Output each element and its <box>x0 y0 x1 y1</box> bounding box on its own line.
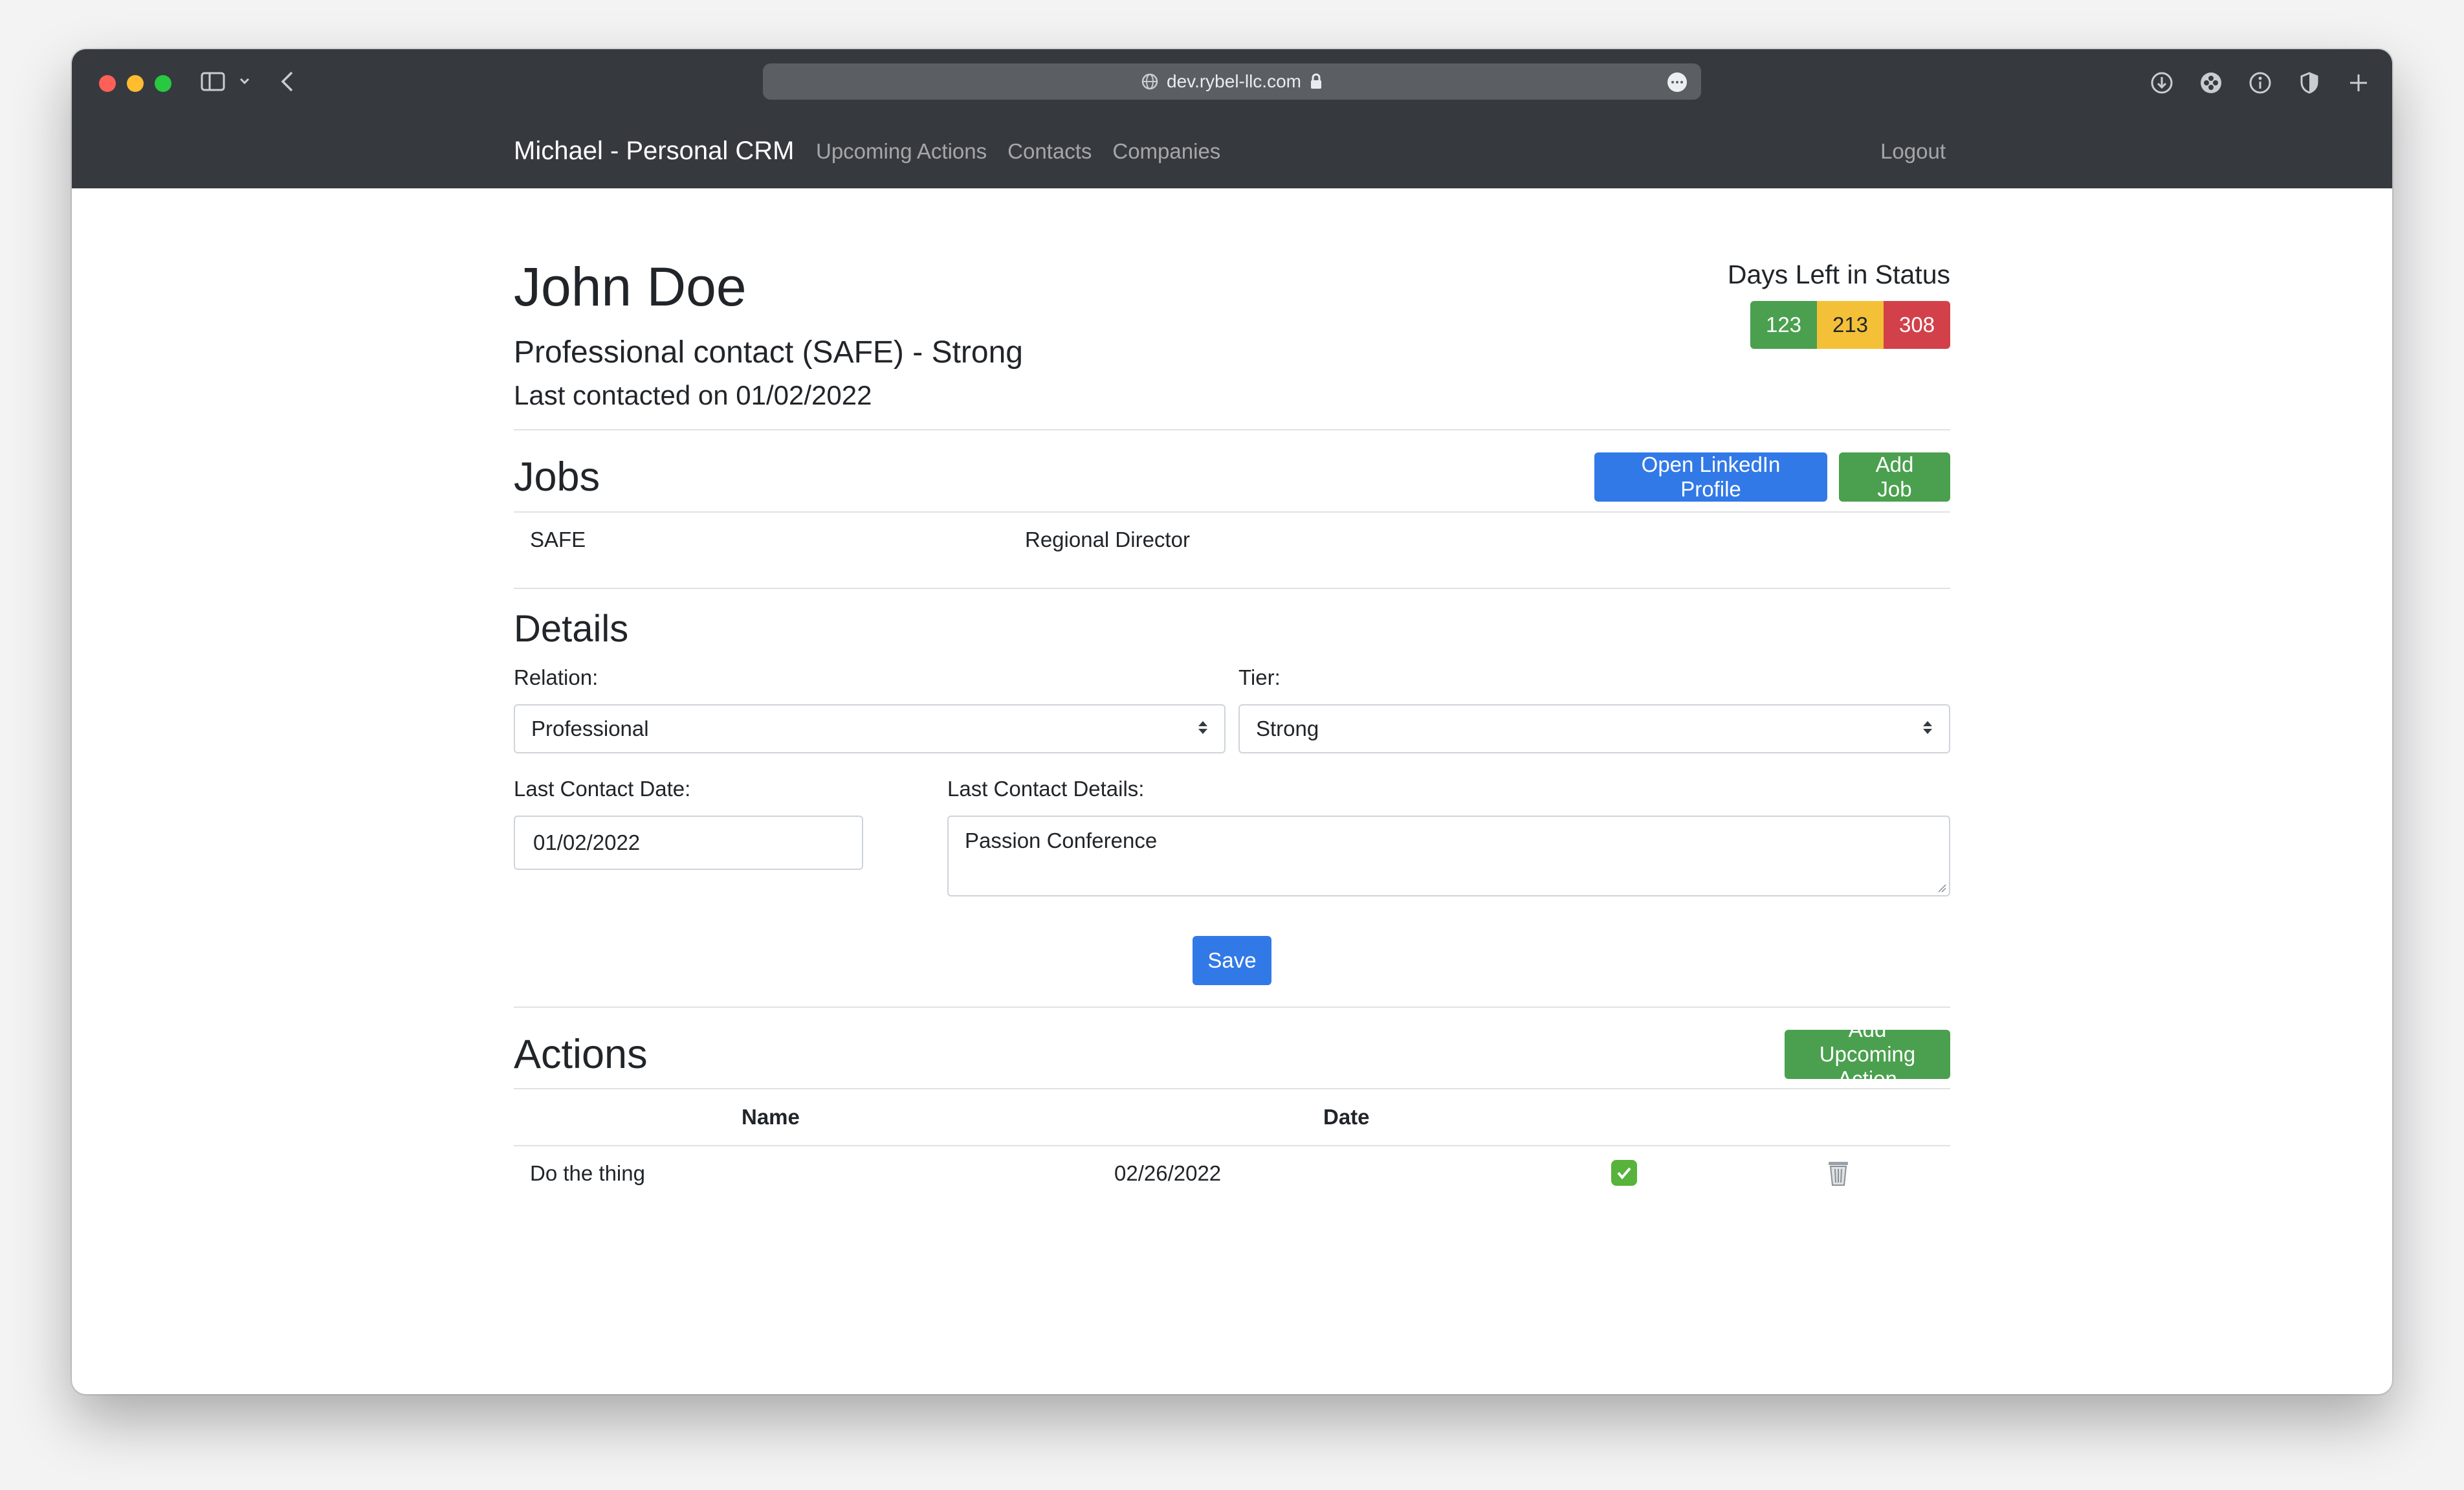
last-contacted-text: Last contacted on 01/02/2022 <box>514 380 872 410</box>
window-controls <box>99 75 171 92</box>
site-navbar: Michael - Personal CRM Upcoming Actions … <box>72 114 2392 188</box>
logout-link[interactable]: Logout <box>1880 139 1946 164</box>
days-badge-yellow: 213 <box>1817 301 1884 349</box>
relation-label: Relation: <box>514 665 599 689</box>
open-linkedin-button[interactable]: Open LinkedIn Profile <box>1594 452 1827 502</box>
add-job-button[interactable]: Add Job <box>1839 452 1950 502</box>
nav-upcoming-actions[interactable]: Upcoming Actions <box>816 139 987 164</box>
days-left-badges: 123 213 308 <box>1750 301 1950 349</box>
last-contact-details-textarea[interactable]: Passion Conference <box>947 816 1950 896</box>
zoom-window-button[interactable] <box>155 75 171 92</box>
add-upcoming-action-button[interactable]: Add Upcoming Action <box>1785 1017 1950 1091</box>
contact-name: John Doe <box>514 256 747 317</box>
url-text: dev.rybel-llc.com <box>1167 71 1301 91</box>
divider <box>514 511 1950 513</box>
chevron-down-icon[interactable] <box>237 72 252 89</box>
tier-select[interactable]: Strong <box>1238 704 1950 753</box>
relation-value: Professional <box>531 717 649 740</box>
nav-contacts[interactable]: Contacts <box>1007 139 1092 164</box>
last-contact-details-label: Last Contact Details: <box>947 777 1145 801</box>
page-menu-icon[interactable] <box>1667 72 1687 92</box>
last-contact-date-value: 01/02/2022 <box>533 830 641 854</box>
globe-icon <box>1141 73 1158 90</box>
save-button[interactable]: Save <box>1193 936 1271 985</box>
brand-link[interactable]: Michael - Personal CRM <box>514 137 794 166</box>
action-name: Do the thing <box>530 1161 645 1185</box>
tier-value: Strong <box>1256 717 1319 740</box>
resize-handle-icon[interactable] <box>1937 884 1946 893</box>
close-window-button[interactable] <box>99 75 116 92</box>
minimize-window-button[interactable] <box>127 75 144 92</box>
divider <box>514 1145 1950 1146</box>
last-contact-date-label: Last Contact Date: <box>514 777 691 801</box>
last-contact-details-value: Passion Conference <box>965 828 1158 852</box>
tier-label: Tier: <box>1238 665 1281 689</box>
jobs-heading: Jobs <box>514 454 600 500</box>
address-bar[interactable]: dev.rybel-llc.com <box>763 63 1701 100</box>
job-title: Regional Director <box>1025 528 1190 551</box>
days-badge-green: 123 <box>1750 301 1817 349</box>
nav-companies[interactable]: Companies <box>1112 139 1220 164</box>
sidebar-toggle-icon[interactable] <box>199 69 228 95</box>
days-badge-red: 308 <box>1884 301 1950 349</box>
select-arrows-icon <box>1923 721 1932 734</box>
complete-check-icon[interactable] <box>1611 1160 1637 1186</box>
downloads-icon[interactable] <box>2149 70 2175 96</box>
delete-trash-icon[interactable] <box>1825 1159 1852 1190</box>
divider <box>514 1088 1950 1089</box>
browser-window: dev.rybel-llc.com Michael - Personal CRM… <box>72 49 2392 1394</box>
details-heading: Details <box>514 608 629 650</box>
extension-icon[interactable] <box>2198 70 2224 96</box>
browser-toolbar: dev.rybel-llc.com Michael - Personal CRM… <box>72 49 2392 188</box>
divider <box>514 588 1950 589</box>
days-left-title: Days Left in Status <box>1727 260 1950 289</box>
job-company: SAFE <box>530 528 586 551</box>
divider <box>514 429 1950 430</box>
nav-links: Upcoming Actions Contacts Companies <box>816 139 1220 164</box>
divider <box>514 1006 1950 1008</box>
contact-subtitle: Professional contact (SAFE) - Strong <box>514 335 1023 370</box>
info-icon[interactable] <box>2247 70 2273 96</box>
back-arrow-icon[interactable] <box>278 69 297 95</box>
select-arrows-icon <box>1198 721 1207 734</box>
new-tab-icon[interactable] <box>2346 70 2371 96</box>
column-header-name: Name <box>742 1105 800 1129</box>
shield-icon[interactable] <box>2296 70 2322 96</box>
actions-heading: Actions <box>514 1032 648 1077</box>
action-date: 02/26/2022 <box>1114 1161 1222 1185</box>
relation-select[interactable]: Professional <box>514 704 1226 753</box>
column-header-date: Date <box>1323 1105 1370 1129</box>
last-contact-date-input[interactable]: 01/02/2022 <box>514 816 863 870</box>
desktop-background: dev.rybel-llc.com Michael - Personal CRM… <box>0 0 2464 1490</box>
lock-icon <box>1310 73 1321 89</box>
